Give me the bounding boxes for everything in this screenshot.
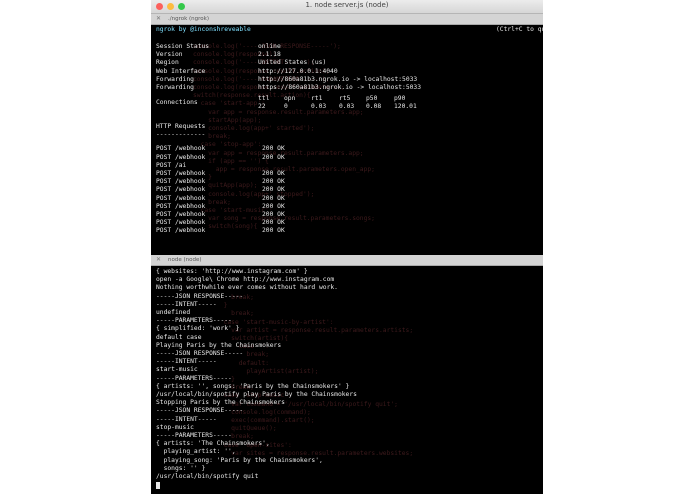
- console-output-line: { websites: 'http://www.instagram.com' }: [156, 268, 308, 275]
- request-path: POST /webhook: [156, 178, 206, 186]
- status-value: 2.1.18: [258, 51, 281, 59]
- console-output-line: songs: '' }: [156, 464, 206, 472]
- http-requests-rule: -------------: [156, 131, 206, 138]
- connections-header: p50: [366, 95, 378, 103]
- request-status: 200 OK: [262, 145, 285, 153]
- connections-value: 0.08: [366, 103, 382, 111]
- request-status: 200 OK: [262, 153, 285, 161]
- request-status: 200 OK: [262, 227, 285, 235]
- console-output-line: -----PARAMETERS-----: [156, 374, 232, 382]
- console-output-line: /usr/local/bin/spotify play Paris by the…: [156, 391, 357, 398]
- connections-value: 0: [284, 103, 288, 111]
- status-value: United States (us): [258, 59, 327, 67]
- console-output-line: -----JSON RESPONSE-----: [156, 407, 244, 415]
- console-output-line: start-music: [156, 366, 198, 374]
- console-output-line: open -a Google\ Chrome http://www.instag…: [156, 276, 335, 284]
- connections-value: 0.03: [311, 103, 327, 111]
- request-path: POST /webhook: [156, 211, 206, 218]
- pane-tab-label: node (node): [168, 257, 202, 263]
- console-output-line: { artists: '', songs: 'Paris by the Chai…: [156, 382, 350, 390]
- console-output-line: /usr/local/bin/spotify quit: [156, 473, 259, 480]
- console-output-line: default case: [156, 333, 202, 341]
- close-pane-icon[interactable]: ✕: [156, 15, 161, 22]
- quit-hint: (Ctrl+C to qu: [496, 26, 543, 33]
- status-label: Session Status: [156, 43, 210, 50]
- connections-header: p90: [394, 95, 406, 103]
- console-output-line: { simplified: 'work' }: [156, 325, 240, 333]
- console-output-line: -----PARAMETERS-----: [156, 432, 232, 439]
- connections-value: 22: [258, 103, 266, 111]
- pane-tab-node[interactable]: ✕ node (node): [151, 255, 543, 266]
- ngrok-header: ngrok by @inconshreveable: [156, 26, 251, 33]
- console-output-line: Nothing worthwhile ever comes without ha…: [156, 284, 338, 292]
- request-path: POST /webhook: [156, 202, 206, 210]
- window-title: 1. node server.js (node): [305, 1, 389, 9]
- background-code-line: case 'start-app':: [193, 100, 266, 108]
- close-pane-icon[interactable]: ✕: [156, 256, 161, 263]
- status-value: http://860a81b3.ngrok.io -> localhost:50…: [258, 75, 418, 83]
- node-pane[interactable]: break; } break; case 'start-music-by-art…: [151, 266, 543, 494]
- console-output-line: -----PARAMETERS-----: [156, 317, 232, 325]
- request-path: POST /webhook: [156, 219, 206, 227]
- request-path: POST /webhook: [156, 170, 206, 177]
- background-code-line: console.log(app+' stopped');: [193, 190, 315, 198]
- request-path: POST /webhook: [156, 186, 206, 194]
- request-path: POST /webhook: [156, 153, 206, 161]
- status-label: Version: [156, 51, 183, 59]
- background-code-line: var artist = response.result.parameters.…: [216, 326, 414, 334]
- http-requests-label: HTTP Requests: [156, 122, 206, 130]
- request-status: 200 OK: [262, 211, 285, 218]
- pane-tab-ngrok[interactable]: ✕ ./ngrok (ngrok): [151, 14, 543, 25]
- console-output-line: -----INTENT-----: [156, 358, 217, 366]
- background-code-line: console.log(app+' started');: [193, 125, 315, 132]
- background-code-line: default:: [216, 359, 270, 367]
- status-label: Web Interface: [156, 67, 206, 75]
- status-label: Region: [156, 59, 179, 67]
- console-output-line: -----INTENT-----: [156, 415, 217, 423]
- status-label: Forwarding: [156, 75, 194, 83]
- status-value: https://860a81b3.ngrok.io -> localhost:5…: [258, 84, 422, 91]
- connections-value: 0.03: [339, 103, 355, 111]
- console-output-line: playing_song: 'Paris by the Chainsmokers…: [156, 456, 323, 464]
- console-output-line: playing_artist: '',: [156, 448, 236, 456]
- connections-label: Connections: [156, 99, 198, 107]
- request-path: POST /ai: [156, 161, 187, 169]
- console-output-line: -----JSON RESPONSE-----: [156, 292, 244, 300]
- request-status: 200 OK: [262, 202, 285, 210]
- request-path: POST /webhook: [156, 194, 206, 202]
- pane-tab-label: ./ngrok (ngrok): [168, 16, 209, 22]
- connections-header: rt5: [339, 95, 351, 103]
- console-output-line: Playing Paris by the Chainsmokers: [156, 341, 282, 349]
- status-value: http://127.0.0.1:4040: [258, 67, 338, 75]
- request-status: 200 OK: [262, 219, 285, 227]
- terminal-window: 1. node server.js (node) ✕ ./ngrok (ngro…: [151, 0, 543, 494]
- console-output-line: stop-music: [156, 423, 194, 431]
- request-status: 200 OK: [262, 186, 285, 194]
- request-status: 200 OK: [262, 178, 285, 186]
- request-path: POST /webhook: [156, 145, 206, 153]
- connections-header: ttl: [258, 95, 270, 103]
- ngrok-pane[interactable]: console.log('-----JSON RESPONSE-----'); c…: [151, 25, 543, 255]
- status-value: online: [258, 43, 281, 50]
- console-output-line: -----INTENT-----: [156, 300, 217, 308]
- console-output-line: Stopping Paris by the Chainsmokers: [156, 399, 285, 407]
- console-output-line: -----JSON RESPONSE-----: [156, 350, 244, 357]
- request-status: 200 OK: [262, 194, 285, 202]
- console-output-line: { artists: 'The Chainsmokers',: [156, 440, 270, 448]
- background-code-line: exec(command).start();: [216, 417, 315, 424]
- connections-value: 120.01: [394, 103, 417, 111]
- connections-header: opn: [284, 95, 296, 103]
- status-label: Forwarding: [156, 84, 194, 91]
- connections-header: rt1: [311, 95, 323, 103]
- request-status: 200 OK: [262, 170, 285, 177]
- background-code-line: }: [216, 302, 228, 310]
- terminal-cursor: [156, 482, 160, 490]
- console-output-line: undefined: [156, 309, 191, 316]
- title-bar: 1. node server.js (node): [151, 0, 543, 14]
- request-path: POST /webhook: [156, 227, 206, 235]
